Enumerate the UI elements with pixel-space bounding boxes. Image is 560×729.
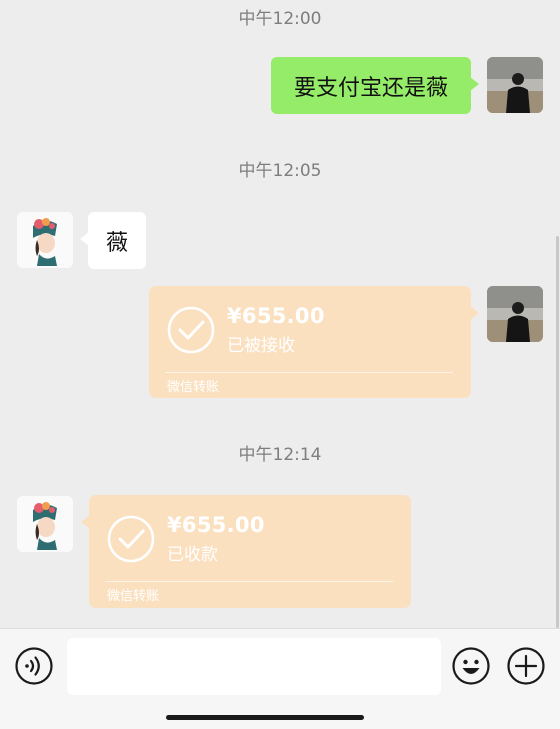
voice-icon <box>15 647 53 685</box>
person-silhouette-icon <box>487 286 543 342</box>
cartoon-girl-icon <box>17 212 73 268</box>
person-silhouette-icon <box>487 57 543 113</box>
plus-icon <box>507 647 545 685</box>
message-input[interactable] <box>67 638 441 695</box>
input-bar <box>0 628 560 729</box>
message-bubble-received[interactable]: 薇 <box>80 212 146 269</box>
my-avatar[interactable] <box>487 57 543 113</box>
chat-area[interactable]: 中午12:00 要支付宝还是薇 中午12:05 薇 ¥655.00 已被接收 微… <box>0 0 560 628</box>
voice-button[interactable] <box>14 646 54 686</box>
divider <box>165 372 453 373</box>
home-indicator[interactable] <box>166 715 364 720</box>
transfer-amount: ¥655.00 <box>167 513 265 537</box>
divider <box>105 581 393 582</box>
transfer-amount: ¥655.00 <box>227 304 325 328</box>
transfer-label: 微信转账 <box>167 380 220 395</box>
check-circle-icon <box>167 306 215 354</box>
transfer-status: 已被接收 <box>227 336 295 356</box>
check-circle-icon <box>107 515 155 563</box>
scrollbar[interactable] <box>556 236 559 628</box>
transfer-label: 微信转账 <box>107 589 160 604</box>
timestamp: 中午12:00 <box>238 9 322 29</box>
emoji-icon <box>452 647 490 685</box>
transfer-card-received[interactable]: ¥655.00 已收款 微信转账 <box>81 495 411 608</box>
contact-avatar[interactable] <box>17 212 73 268</box>
timestamp: 中午12:05 <box>238 161 322 181</box>
message-bubble-sent[interactable]: 要支付宝还是薇 <box>271 57 479 114</box>
emoji-button[interactable] <box>451 646 491 686</box>
message-text: 要支付宝还是薇 <box>293 75 448 101</box>
transfer-status: 已收款 <box>167 545 218 565</box>
timestamp: 中午12:14 <box>238 445 322 465</box>
more-button[interactable] <box>506 646 546 686</box>
message-text: 薇 <box>105 230 128 256</box>
my-avatar[interactable] <box>487 286 543 342</box>
contact-avatar[interactable] <box>17 496 73 552</box>
transfer-card-sent[interactable]: ¥655.00 已被接收 微信转账 <box>149 286 479 398</box>
cartoon-girl-icon <box>17 496 73 552</box>
